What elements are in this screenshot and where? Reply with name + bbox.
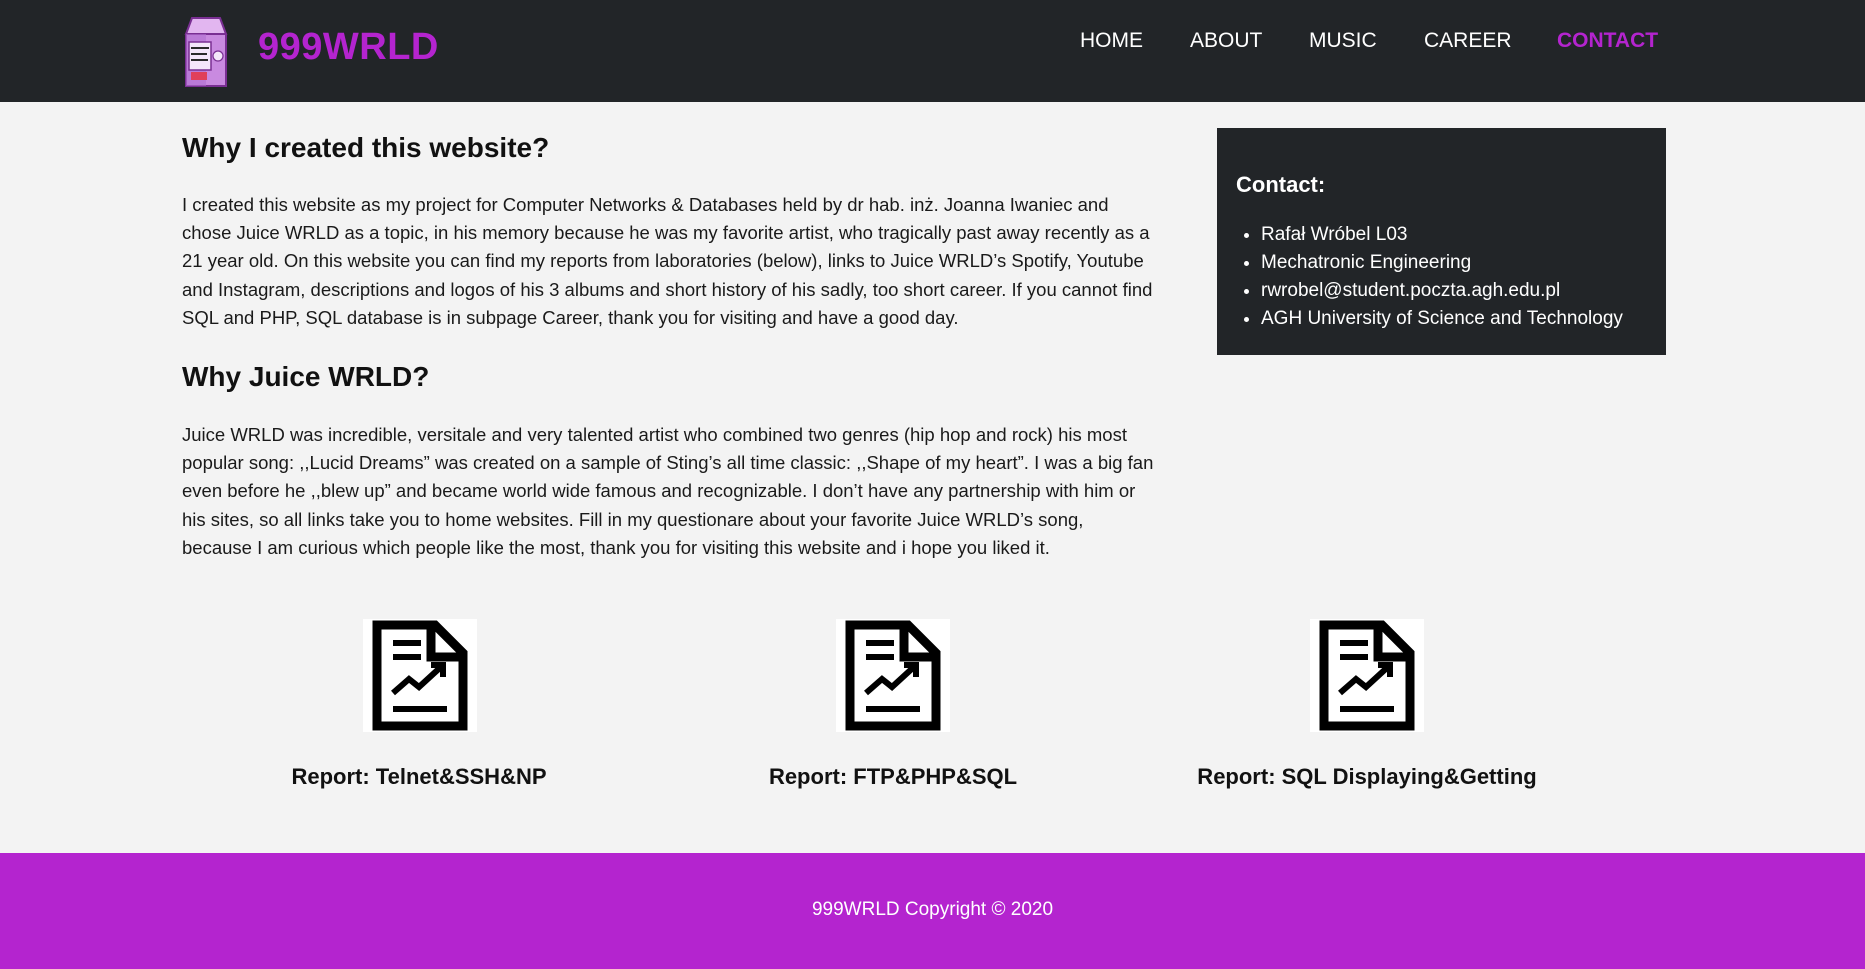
page: 999WRLD HOME ABOUT MUSIC CAREER CONTACT … [0,0,1865,969]
report-link-ftp[interactable]: Report: FTP&PHP&SQL [769,764,1017,790]
report-link-sql[interactable]: Report: SQL Displaying&Getting [1197,764,1536,790]
nav-career[interactable]: CAREER [1424,29,1512,53]
report-chart-icon[interactable] [836,619,950,732]
contact-item-university: AGH University of Science and Technology [1261,305,1623,333]
contact-item-name: Rafał Wróbel L03 [1261,221,1623,249]
site-footer: 999WRLD Copyright © 2020 [0,853,1865,969]
site-header: 999WRLD HOME ABOUT MUSIC CAREER CONTACT [0,0,1865,102]
report-chart-icon[interactable] [1310,619,1424,732]
contact-list: Rafał Wróbel L03 Mechatronic Engineering… [1217,221,1623,333]
main-nav: HOME ABOUT MUSIC CAREER CONTACT [0,29,1865,59]
report-chart-icon[interactable] [363,619,477,732]
nav-contact[interactable]: CONTACT [1557,29,1658,53]
copyright-text: 999WRLD Copyright © 2020 [811,899,1054,920]
nav-music[interactable]: MUSIC [1309,29,1377,53]
section-heading-why-juice: Why Juice WRLD? [182,361,430,392]
report-link-telnet[interactable]: Report: Telnet&SSH&NP [291,764,546,790]
section-text-why-created: I created this website as my project for… [182,194,1153,328]
contact-box: Contact: Rafał Wróbel L03 Mechatronic En… [1217,128,1666,355]
contact-title: Contact: [1236,172,1326,197]
section-text-why-juice: Juice WRLD was incredible, versitale and… [182,424,1154,558]
section-heading-why-created: Why I created this website? [182,132,550,163]
nav-home[interactable]: HOME [1080,29,1143,53]
nav-about[interactable]: ABOUT [1190,29,1262,53]
contact-item-email[interactable]: rwrobel@student.poczta.agh.edu.pl [1261,277,1623,305]
contact-item-field: Mechatronic Engineering [1261,249,1623,277]
